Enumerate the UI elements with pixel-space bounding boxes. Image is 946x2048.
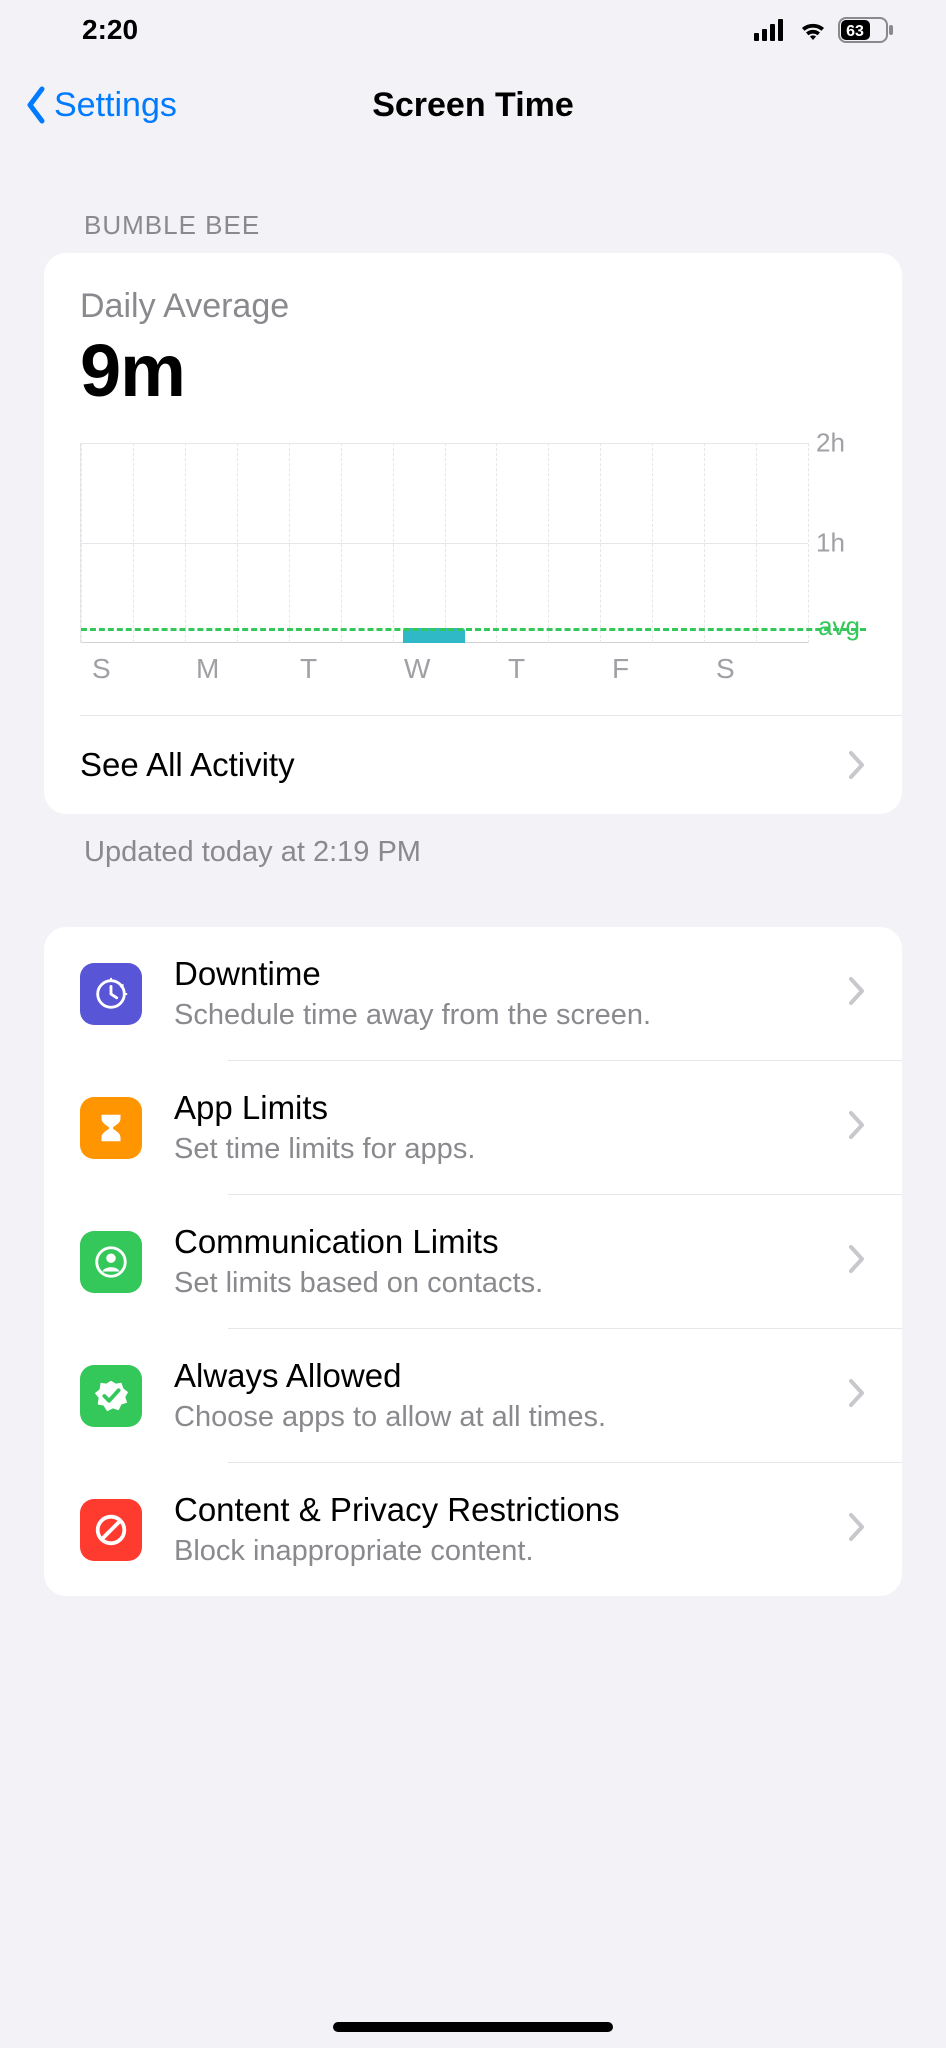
option-row-downtime[interactable]: Downtime Schedule time away from the scre…: [44, 927, 902, 1060]
x-tick: S: [704, 653, 808, 685]
option-title: Downtime: [174, 955, 848, 993]
back-label: Settings: [54, 86, 177, 125]
option-subtitle: Set limits based on contacts.: [174, 1267, 848, 1300]
contact-icon: [80, 1231, 142, 1293]
nav-bar: Settings Screen Time: [0, 60, 946, 150]
x-tick: T: [288, 653, 392, 685]
option-subtitle: Choose apps to allow at all times.: [174, 1401, 848, 1434]
option-title: Communication Limits: [174, 1223, 848, 1261]
daily-average-label: Daily Average: [80, 287, 866, 326]
x-tick: F: [600, 653, 704, 685]
option-subtitle: Block inappropriate content.: [174, 1535, 848, 1568]
status-bar: 2:20 63: [0, 0, 946, 60]
summary-card: Daily Average 9m avg 2h 1h SMTWTFS See A…: [44, 253, 902, 814]
option-subtitle: Schedule time away from the screen.: [174, 999, 848, 1032]
option-title: Content & Privacy Restrictions: [174, 1491, 848, 1529]
option-title: Always Allowed: [174, 1357, 848, 1395]
status-indicators: 63: [754, 17, 894, 43]
battery-icon: 63: [838, 17, 894, 43]
home-indicator[interactable]: [333, 2022, 613, 2032]
see-all-activity-label: See All Activity: [80, 746, 295, 784]
hourglass-icon: [80, 1097, 142, 1159]
option-row-content[interactable]: Content & Privacy Restrictions Block inap…: [44, 1463, 902, 1596]
options-card: Downtime Schedule time away from the scre…: [44, 927, 902, 1596]
back-button[interactable]: Settings: [24, 85, 177, 125]
chevron-left-icon: [24, 85, 48, 125]
option-title: App Limits: [174, 1089, 848, 1127]
section-header: BUMBLE BEE: [84, 210, 902, 241]
option-row-always[interactable]: Always Allowed Choose apps to allow at al…: [44, 1329, 902, 1462]
x-tick: S: [80, 653, 184, 685]
chevron-right-icon: [848, 750, 866, 780]
chevron-right-icon: [848, 1378, 866, 1413]
see-all-activity-row[interactable]: See All Activity: [44, 716, 902, 814]
option-subtitle: Set time limits for apps.: [174, 1133, 848, 1166]
page-title: Screen Time: [372, 86, 574, 125]
wifi-icon: [798, 19, 828, 41]
chevron-right-icon: [848, 1244, 866, 1279]
chevron-right-icon: [848, 976, 866, 1011]
option-row-applimits[interactable]: App Limits Set time limits for apps.: [44, 1061, 902, 1194]
avg-label: avg: [818, 611, 860, 642]
chevron-right-icon: [848, 1512, 866, 1547]
status-time: 2:20: [82, 14, 138, 46]
x-tick: M: [184, 653, 288, 685]
chevron-right-icon: [848, 1110, 866, 1145]
clock-icon: [80, 963, 142, 1025]
noentry-icon: [80, 1499, 142, 1561]
y-tick-1h: 1h: [816, 528, 866, 559]
x-tick: W: [392, 653, 496, 685]
updated-note: Updated today at 2:19 PM: [84, 836, 902, 869]
x-tick: T: [496, 653, 600, 685]
daily-average-value: 9m: [80, 328, 866, 413]
cellular-icon: [754, 19, 788, 41]
battery-pct: 63: [846, 23, 864, 40]
y-tick-2h: 2h: [816, 428, 866, 459]
usage-chart: avg 2h 1h SMTWTFS: [44, 413, 902, 685]
option-row-comm[interactable]: Communication Limits Set limits based on …: [44, 1195, 902, 1328]
checkbadge-icon: [80, 1365, 142, 1427]
